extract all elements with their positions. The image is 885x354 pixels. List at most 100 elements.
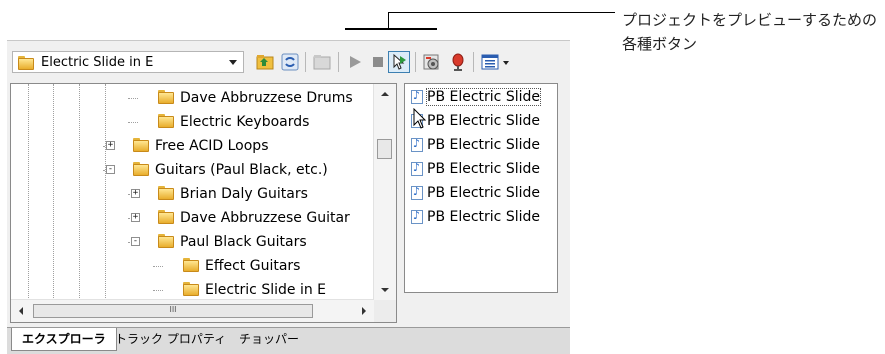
- window-tabs: エクスプローラ トラック プロパティ チョッパー: [7, 327, 570, 354]
- views-button[interactable]: [311, 51, 333, 73]
- stop-button[interactable]: [367, 51, 389, 73]
- tree-item[interactable]: - Paul Black Guitars: [11, 230, 374, 254]
- toolbar-separator: [305, 52, 306, 72]
- tree-item[interactable]: + Brian Daly Guitars: [11, 182, 374, 206]
- stop-icon: [373, 57, 383, 67]
- tree-vertical-scrollbar[interactable]: [373, 84, 396, 300]
- folder-icon: [158, 186, 174, 200]
- up-folder-button[interactable]: [254, 51, 276, 73]
- scroll-down-icon[interactable]: [381, 288, 389, 292]
- callout-bracket: [345, 28, 437, 30]
- record-button[interactable]: [447, 51, 469, 73]
- scroll-up-icon[interactable]: [381, 92, 389, 96]
- folder-icon: [158, 210, 174, 224]
- view-mode-button[interactable]: [479, 51, 513, 73]
- file-item-label: PB Electric Slide: [427, 209, 540, 225]
- up-folder-icon: [256, 55, 274, 70]
- tree-item[interactable]: - Guitars (Paul Black, etc.): [11, 158, 374, 182]
- scroll-left-icon[interactable]: [19, 307, 23, 315]
- tree-item[interactable]: + Dave Abbruzzese Guitar: [11, 206, 374, 230]
- expand-icon[interactable]: +: [131, 189, 140, 198]
- collapse-icon[interactable]: -: [106, 165, 115, 174]
- tree-item-label: Dave Abbruzzese Guitar: [180, 210, 350, 226]
- explorer-window: Electric Slide in E Dave Abbruzzese Drum…: [7, 40, 570, 354]
- file-item[interactable]: PB Electric Slide: [409, 206, 557, 228]
- audio-file-icon: [411, 161, 423, 176]
- tree-item[interactable]: Effect Guitars: [11, 254, 374, 278]
- tree-connector: [153, 266, 163, 267]
- scroll-grip: III: [169, 305, 177, 314]
- play-button[interactable]: [344, 51, 366, 73]
- view-mode-icon: [481, 54, 509, 70]
- audio-file-icon: [411, 89, 423, 104]
- tree-item-label: Electric Slide in E: [205, 282, 327, 298]
- folder-icon: [158, 114, 174, 128]
- collapse-icon[interactable]: -: [131, 237, 140, 246]
- file-item-label: PB Electric Slide: [427, 185, 540, 201]
- folder-icon: [183, 258, 199, 272]
- folder-icon: [133, 138, 149, 152]
- auto-preview-icon: [393, 53, 406, 70]
- folder-icon: [158, 90, 174, 104]
- tree-item-label: Brian Daly Guitars: [180, 186, 308, 202]
- favorites-button[interactable]: [421, 51, 443, 73]
- expand-icon[interactable]: +: [106, 141, 115, 150]
- mouse-pointer-icon: [413, 108, 427, 129]
- folder-icon: [133, 162, 149, 176]
- callout-leader-line: [388, 12, 615, 13]
- tree-item-label: Free ACID Loops: [155, 138, 269, 154]
- file-item[interactable]: PB Electric Slide: [409, 182, 557, 204]
- expand-icon[interactable]: +: [131, 213, 140, 222]
- file-item[interactable]: PB Electric Slide: [409, 158, 557, 180]
- auto-preview-button[interactable]: [388, 51, 410, 73]
- chevron-down-icon[interactable]: [229, 60, 237, 65]
- tree-item[interactable]: + Free ACID Loops: [11, 134, 374, 158]
- audio-file-icon: [411, 185, 423, 200]
- tab-chopper[interactable]: チョッパー: [229, 328, 309, 350]
- file-item-label: PB Electric Slide: [427, 161, 540, 177]
- tree-horizontal-scrollbar[interactable]: III: [11, 299, 374, 322]
- tree-item-label: Effect Guitars: [205, 258, 301, 274]
- file-item[interactable]: PB Electric Slide: [409, 110, 557, 132]
- scroll-thumb-horizontal[interactable]: III: [33, 304, 313, 318]
- tree-connector: [128, 122, 138, 123]
- file-item-label: PB Electric Slide: [426, 88, 541, 106]
- tree-item-label: Electric Keyboards: [180, 114, 310, 130]
- play-icon: [350, 56, 361, 68]
- callout-leader-stub: [388, 12, 389, 28]
- folder-select[interactable]: Electric Slide in E: [12, 51, 244, 73]
- toolbar-separator: [415, 52, 416, 72]
- tree-item[interactable]: Electric Keyboards: [11, 110, 374, 134]
- scroll-thumb[interactable]: [377, 139, 392, 159]
- tab-explorer[interactable]: エクスプローラ: [11, 328, 117, 351]
- toolbar-separator: [473, 52, 474, 72]
- tree-item-label: Dave Abbruzzese Drums: [180, 90, 353, 106]
- callout-text: プロジェクトをプレビューするための各種ボタン: [622, 11, 878, 53]
- file-item-label: PB Electric Slide: [427, 113, 540, 129]
- file-item[interactable]: PB Electric Slide: [409, 134, 557, 156]
- folder-tree-content: Dave Abbruzzese Drums Electric Keyboards +…: [11, 84, 374, 300]
- file-item[interactable]: PB Electric Slide: [409, 86, 557, 108]
- toolbar-separator: [338, 52, 339, 72]
- tree-item-label: Guitars (Paul Black, etc.): [155, 162, 328, 178]
- refresh-button[interactable]: [279, 51, 301, 73]
- favorites-icon: [423, 54, 439, 70]
- tab-track-properties[interactable]: トラック プロパティ: [105, 328, 236, 350]
- explorer-toolbar: Electric Slide in E: [7, 41, 570, 81]
- folder-tree[interactable]: Dave Abbruzzese Drums Electric Keyboards +…: [10, 83, 397, 323]
- record-icon: [452, 53, 464, 71]
- audio-file-icon: [411, 137, 423, 152]
- folder-select-value: Electric Slide in E: [41, 55, 154, 70]
- tree-connector: [153, 290, 163, 291]
- tree-connector: [128, 98, 138, 99]
- views-icon: [313, 55, 331, 70]
- file-list[interactable]: PB Electric Slide PB Electric Slide PB Ele…: [404, 83, 558, 293]
- folder-icon: [158, 234, 174, 248]
- file-item-label: PB Electric Slide: [427, 137, 540, 153]
- tree-item[interactable]: Dave Abbruzzese Drums: [11, 86, 374, 110]
- folder-icon: [183, 282, 199, 296]
- scroll-right-icon[interactable]: [362, 307, 366, 315]
- tree-item[interactable]: Electric Slide in E: [11, 278, 374, 300]
- refresh-icon: [281, 53, 299, 71]
- tree-item-label: Paul Black Guitars: [180, 234, 307, 250]
